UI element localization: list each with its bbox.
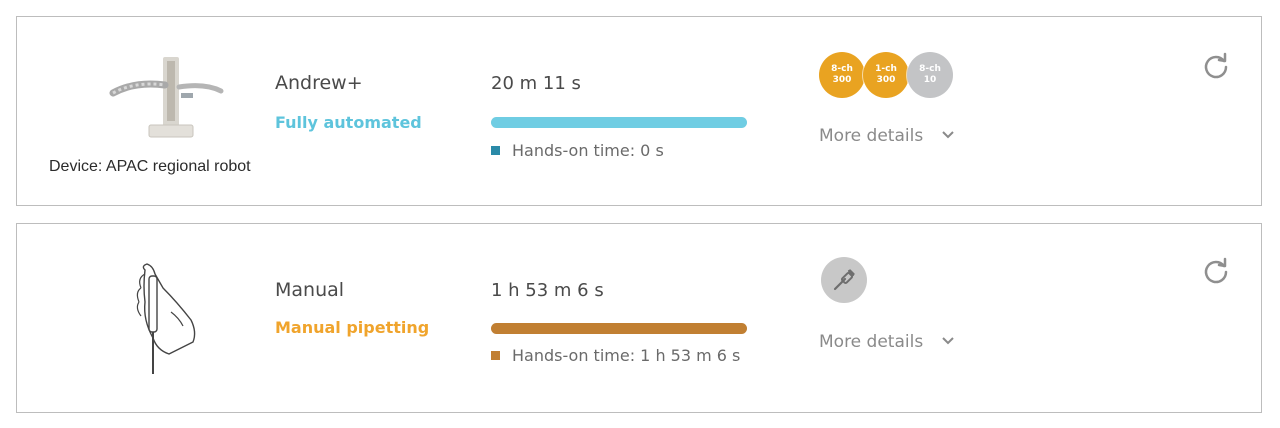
refresh-icon[interactable] [1201, 256, 1231, 286]
hands-on-time-text: Hands-on time: 1 h 53 m 6 s [512, 346, 741, 365]
time-progress-bar [491, 117, 747, 128]
total-time: 20 m 11 s [491, 73, 581, 94]
automation-mode-label: Fully automated [275, 113, 422, 132]
chevron-down-icon [941, 330, 955, 350]
more-details-label: More details [819, 332, 924, 352]
refresh-icon[interactable] [1201, 51, 1231, 81]
tool-chip-8ch-300: 8-ch 300 [819, 52, 865, 98]
tool-chip-type: 1-ch [875, 64, 897, 74]
time-progress-fill [491, 117, 747, 128]
tool-chip-type: 8-ch [919, 64, 941, 74]
hands-on-legend-swatch [491, 351, 500, 360]
device-name: Manual [275, 279, 345, 301]
more-details-toggle[interactable]: More details [819, 330, 955, 352]
automation-mode-label: Manual pipetting [275, 318, 430, 337]
hands-on-time-text: Hands-on time: 0 s [512, 141, 664, 160]
hands-on-time: Hands-on time: 1 h 53 m 6 s [491, 346, 740, 365]
tool-chip-1ch-300: 1-ch 300 [863, 52, 909, 98]
device-name: Andrew+ [275, 72, 363, 94]
hands-on-time: Hands-on time: 0 s [491, 141, 664, 160]
device-caption: Device: APAC regional robot [49, 158, 251, 175]
time-progress-bar [491, 323, 747, 334]
tool-chip-8ch-10: 8-ch 10 [907, 52, 953, 98]
more-details-label: More details [819, 126, 924, 146]
tool-chip-volume: 10 [923, 75, 937, 85]
protocol-card-andrew: Device: APAC regional robot Andrew+ Full… [16, 16, 1262, 206]
manual-pipette-hand-image [136, 263, 196, 374]
tool-chip-volume: 300 [832, 75, 852, 85]
hands-on-legend-swatch [491, 146, 500, 155]
protocol-card-manual: Manual Manual pipetting 1 h 53 m 6 s Han… [16, 223, 1262, 413]
chevron-down-icon [941, 124, 955, 144]
total-time: 1 h 53 m 6 s [491, 280, 604, 301]
pipette-icon [821, 257, 867, 303]
more-details-toggle[interactable]: More details [819, 124, 955, 146]
tool-chip-type: 8-ch [831, 64, 853, 74]
andrew-robot-image [109, 57, 224, 138]
time-progress-fill [491, 323, 747, 334]
tool-chip-volume: 300 [876, 75, 896, 85]
